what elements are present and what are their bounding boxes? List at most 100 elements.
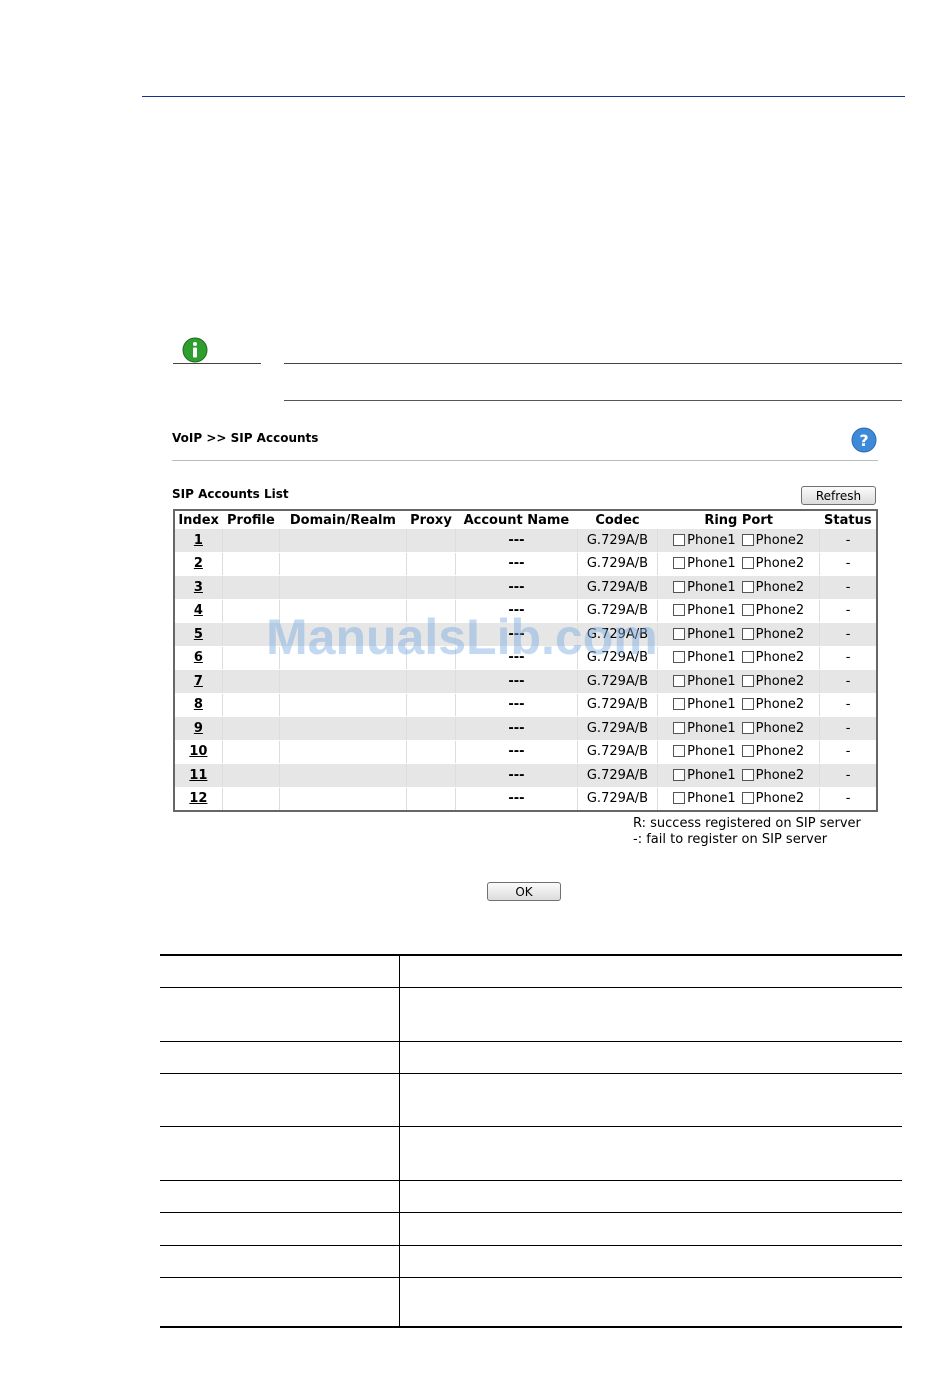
phone2-checkbox[interactable] bbox=[741, 721, 754, 734]
phone1-checkbox[interactable] bbox=[673, 580, 686, 593]
account-index-link[interactable]: 7 bbox=[194, 674, 203, 689]
phone1-checkbox[interactable] bbox=[673, 768, 686, 781]
table-rule bbox=[160, 1326, 902, 1328]
account-index-link[interactable]: 10 bbox=[189, 744, 207, 759]
phone2-checkbox[interactable] bbox=[741, 792, 754, 805]
account-index-link[interactable]: 11 bbox=[189, 768, 207, 783]
table-row: 8 --- G.729A/B Phone1 Phone2- bbox=[174, 693, 877, 717]
breadcrumb: VoIP >> SIP Accounts bbox=[172, 431, 319, 445]
table-row: 11 --- G.729A/B Phone1 Phone2- bbox=[174, 763, 877, 788]
phone2-checkbox[interactable] bbox=[741, 557, 754, 570]
codec-cell: G.729A/B bbox=[577, 716, 659, 741]
domain-cell bbox=[279, 622, 407, 647]
table-row bbox=[160, 1126, 902, 1127]
phone2-label: Phone2 bbox=[755, 603, 805, 619]
status-cell: - bbox=[819, 763, 877, 788]
legend-success: R: success registered on SIP server bbox=[633, 816, 861, 831]
table-row: 6 --- G.729A/B Phone1 Phone2- bbox=[174, 646, 877, 670]
phone1-checkbox[interactable] bbox=[673, 745, 686, 758]
proxy-cell bbox=[406, 763, 457, 788]
profile-cell bbox=[222, 787, 281, 812]
phone1-label: Phone1 bbox=[687, 650, 736, 666]
table-column-divider bbox=[399, 954, 400, 1327]
phone2-checkbox[interactable] bbox=[741, 698, 754, 711]
phone1-label: Phone1 bbox=[687, 603, 736, 619]
account-index-link[interactable]: 12 bbox=[189, 791, 207, 806]
account-name-cell: --- bbox=[455, 763, 578, 788]
status-cell: - bbox=[819, 575, 877, 600]
phone2-checkbox[interactable] bbox=[741, 768, 754, 781]
header-proxy: Proxy bbox=[406, 510, 456, 529]
profile-cell bbox=[222, 740, 281, 764]
header-domain-realm: Domain/Realm bbox=[279, 510, 407, 529]
phone2-checkbox[interactable] bbox=[741, 651, 754, 664]
phone2-checkbox[interactable] bbox=[741, 627, 754, 640]
phone2-label: Phone2 bbox=[755, 697, 805, 713]
account-index-link[interactable]: 6 bbox=[194, 650, 203, 665]
ring-port-cell: Phone1 Phone2 bbox=[657, 763, 821, 788]
phone2-checkbox[interactable] bbox=[741, 533, 754, 546]
account-name-cell: --- bbox=[455, 646, 578, 670]
help-icon[interactable]: ? bbox=[851, 427, 877, 453]
phone2-checkbox[interactable] bbox=[741, 745, 754, 758]
account-index-link[interactable]: 5 bbox=[194, 627, 203, 642]
ring-port-cell: Phone1 Phone2 bbox=[657, 669, 821, 694]
phone1-label: Phone1 bbox=[687, 579, 736, 595]
ring-port-cell: Phone1 Phone2 bbox=[657, 740, 821, 764]
phone1-checkbox[interactable] bbox=[673, 721, 686, 734]
account-index-link[interactable]: 2 bbox=[194, 556, 203, 571]
page-header-rule bbox=[142, 96, 905, 97]
table-row bbox=[160, 1073, 902, 1074]
table-row: 4 --- G.729A/B Phone1 Phone2- bbox=[174, 599, 877, 623]
ring-port-cell: Phone1 Phone2 bbox=[657, 529, 821, 553]
account-index-link[interactable]: 3 bbox=[194, 580, 203, 595]
account-name-cell: --- bbox=[455, 529, 578, 553]
codec-cell: G.729A/B bbox=[577, 529, 659, 553]
phone2-checkbox[interactable] bbox=[741, 604, 754, 617]
codec-cell: G.729A/B bbox=[577, 669, 659, 694]
phone1-checkbox[interactable] bbox=[673, 557, 686, 570]
table-row bbox=[160, 1245, 902, 1246]
phone1-checkbox[interactable] bbox=[673, 698, 686, 711]
phone1-checkbox[interactable] bbox=[673, 651, 686, 664]
ok-button[interactable]: OK bbox=[487, 882, 561, 901]
index-cell: 3 bbox=[174, 575, 223, 600]
account-index-link[interactable]: 9 bbox=[194, 721, 203, 736]
account-index-link[interactable]: 8 bbox=[194, 697, 203, 712]
table-row bbox=[160, 1277, 902, 1278]
proxy-cell bbox=[406, 740, 457, 764]
domain-cell bbox=[279, 787, 407, 812]
account-name-cell: --- bbox=[455, 693, 578, 717]
proxy-cell bbox=[406, 552, 457, 576]
ring-port-cell: Phone1 Phone2 bbox=[657, 552, 821, 576]
phone2-checkbox[interactable] bbox=[741, 580, 754, 593]
domain-cell bbox=[279, 529, 407, 553]
account-name-cell: --- bbox=[455, 622, 578, 647]
account-name-cell: --- bbox=[455, 669, 578, 694]
status-cell: - bbox=[819, 669, 877, 694]
index-cell: 1 bbox=[174, 529, 223, 553]
phone1-checkbox[interactable] bbox=[673, 627, 686, 640]
phone1-label: Phone1 bbox=[687, 720, 736, 736]
phone1-label: Phone1 bbox=[687, 767, 736, 783]
phone1-checkbox[interactable] bbox=[673, 674, 686, 687]
status-cell: - bbox=[819, 552, 877, 576]
account-index-link[interactable]: 4 bbox=[194, 603, 203, 618]
phone1-label: Phone1 bbox=[687, 626, 736, 642]
ring-port-cell: Phone1 Phone2 bbox=[657, 693, 821, 717]
status-cell: - bbox=[819, 693, 877, 717]
phone2-checkbox[interactable] bbox=[741, 674, 754, 687]
account-name-cell: --- bbox=[455, 552, 578, 576]
phone1-checkbox[interactable] bbox=[673, 604, 686, 617]
status-cell: - bbox=[819, 599, 877, 623]
phone1-checkbox[interactable] bbox=[673, 533, 686, 546]
profile-cell bbox=[222, 669, 281, 694]
account-index-link[interactable]: 1 bbox=[194, 533, 203, 548]
refresh-button[interactable]: Refresh bbox=[801, 486, 876, 505]
legend-fail: -: fail to register on SIP server bbox=[633, 832, 828, 847]
domain-cell bbox=[279, 693, 407, 717]
section-title: SIP Accounts List bbox=[172, 487, 289, 501]
phone1-checkbox[interactable] bbox=[673, 792, 686, 805]
proxy-cell bbox=[406, 529, 457, 553]
codec-cell: G.729A/B bbox=[577, 622, 659, 647]
